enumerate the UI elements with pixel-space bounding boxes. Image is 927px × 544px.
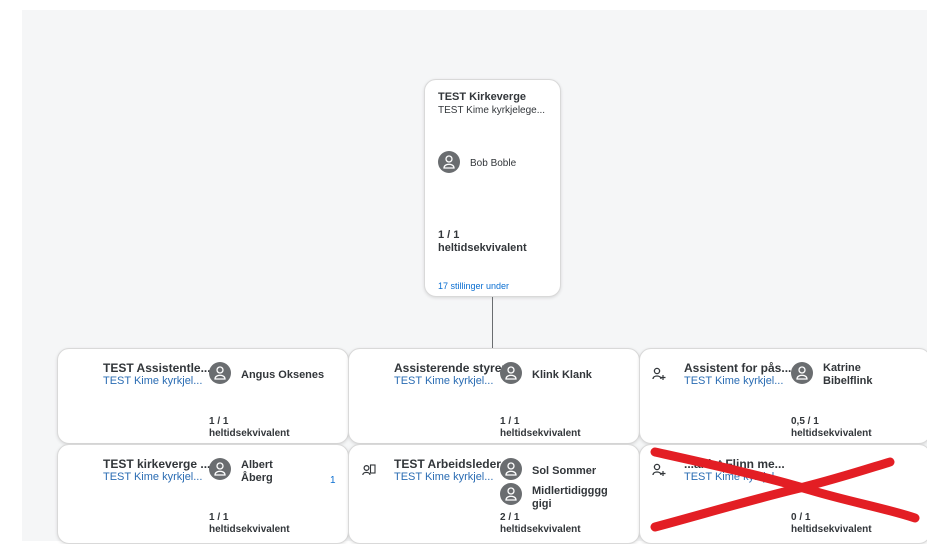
fte-value: 1 / 1 [209, 416, 229, 427]
person-name[interactable]: Midlertidigggg gigi [532, 485, 608, 511]
fte-label: heltidsekvivalent [500, 524, 581, 535]
fte-value: 1 / 1 [209, 512, 229, 523]
avatar [500, 362, 522, 384]
avatar [209, 458, 231, 480]
position-card[interactable]: TEST Assistentle... TEST Kime kyrkjel...… [57, 348, 349, 444]
fte-value: 1 / 1 [438, 229, 460, 241]
position-title: ...anist Flinn me... [684, 457, 785, 471]
position-title: TEST Arbeidsleder [394, 457, 501, 471]
position-org: TEST Kime kyrkjel... [103, 471, 203, 483]
position-title: TEST Kirkeverge [438, 91, 527, 103]
fte-label: heltidsekvivalent [791, 428, 872, 439]
count-badge[interactable]: 1 [330, 475, 336, 486]
connector-line [492, 297, 493, 348]
avatar [500, 458, 522, 480]
position-card[interactable]: Assistent for pås... TEST Kime kyrkjel..… [639, 348, 927, 444]
fte-value: 2 / 1 [500, 512, 520, 523]
person-name[interactable]: Klink Klank [532, 369, 592, 382]
position-org: TEST Kime kyrkjelege... [438, 105, 546, 116]
fte-label: heltidsekvivalent [500, 428, 581, 439]
position-title: Assisterende styrer [394, 361, 507, 375]
person-name[interactable]: Albert Åberg [241, 459, 281, 485]
position-org: TEST Kime kyrkjel... [684, 375, 784, 387]
person-name[interactable]: Katrine Bibelflink [823, 362, 893, 388]
positions-below-link[interactable]: 17 stillinger under [438, 281, 509, 291]
fte-value: 0 / 1 [791, 512, 811, 523]
position-card[interactable]: Assisterende styrer TEST Kime kyrkjel...… [348, 348, 640, 444]
avatar [791, 362, 813, 384]
fte-label: heltidsekvivalent [791, 524, 872, 535]
avatar [209, 362, 231, 384]
add-person-icon [652, 367, 666, 384]
top-position-card[interactable]: TEST Kirkeverge TEST Kime kyrkjelege... … [424, 79, 561, 297]
person-name[interactable]: Bob Boble [470, 157, 516, 170]
fte-value: 0,5 / 1 [791, 416, 819, 427]
position-card[interactable]: TEST Arbeidsleder TEST Kime kyrkjel... S… [348, 444, 640, 544]
person-name[interactable]: Sol Sommer [532, 465, 596, 478]
fte-label: heltidsekvivalent [209, 524, 290, 535]
position-title: TEST Assistentle... [103, 361, 211, 375]
fte-label: heltidsekvivalent [438, 242, 527, 254]
fte-label: heltidsekvivalent [209, 428, 290, 439]
position-card[interactable]: ...anist Flinn me... TEST Kime kyrkjel..… [639, 444, 927, 544]
multi-person-icon [362, 463, 376, 480]
avatar [500, 483, 522, 505]
position-org: TEST Kime kyrkjel... [103, 375, 203, 387]
position-title: TEST kirkeverge ... [103, 457, 211, 471]
position-title: Assistent for pås... [684, 361, 792, 375]
avatar [438, 151, 460, 173]
person-name[interactable]: Angus Oksenes [241, 369, 324, 382]
position-org: TEST Kime kyrkjel... [394, 375, 494, 387]
fte-value: 1 / 1 [500, 416, 520, 427]
position-card[interactable]: TEST kirkeverge ... TEST Kime kyrkjel...… [57, 444, 349, 544]
position-org: TEST Kime kyrkjel... [684, 471, 784, 483]
add-person-icon [652, 463, 666, 480]
position-org: TEST Kime kyrkjel... [394, 471, 494, 483]
